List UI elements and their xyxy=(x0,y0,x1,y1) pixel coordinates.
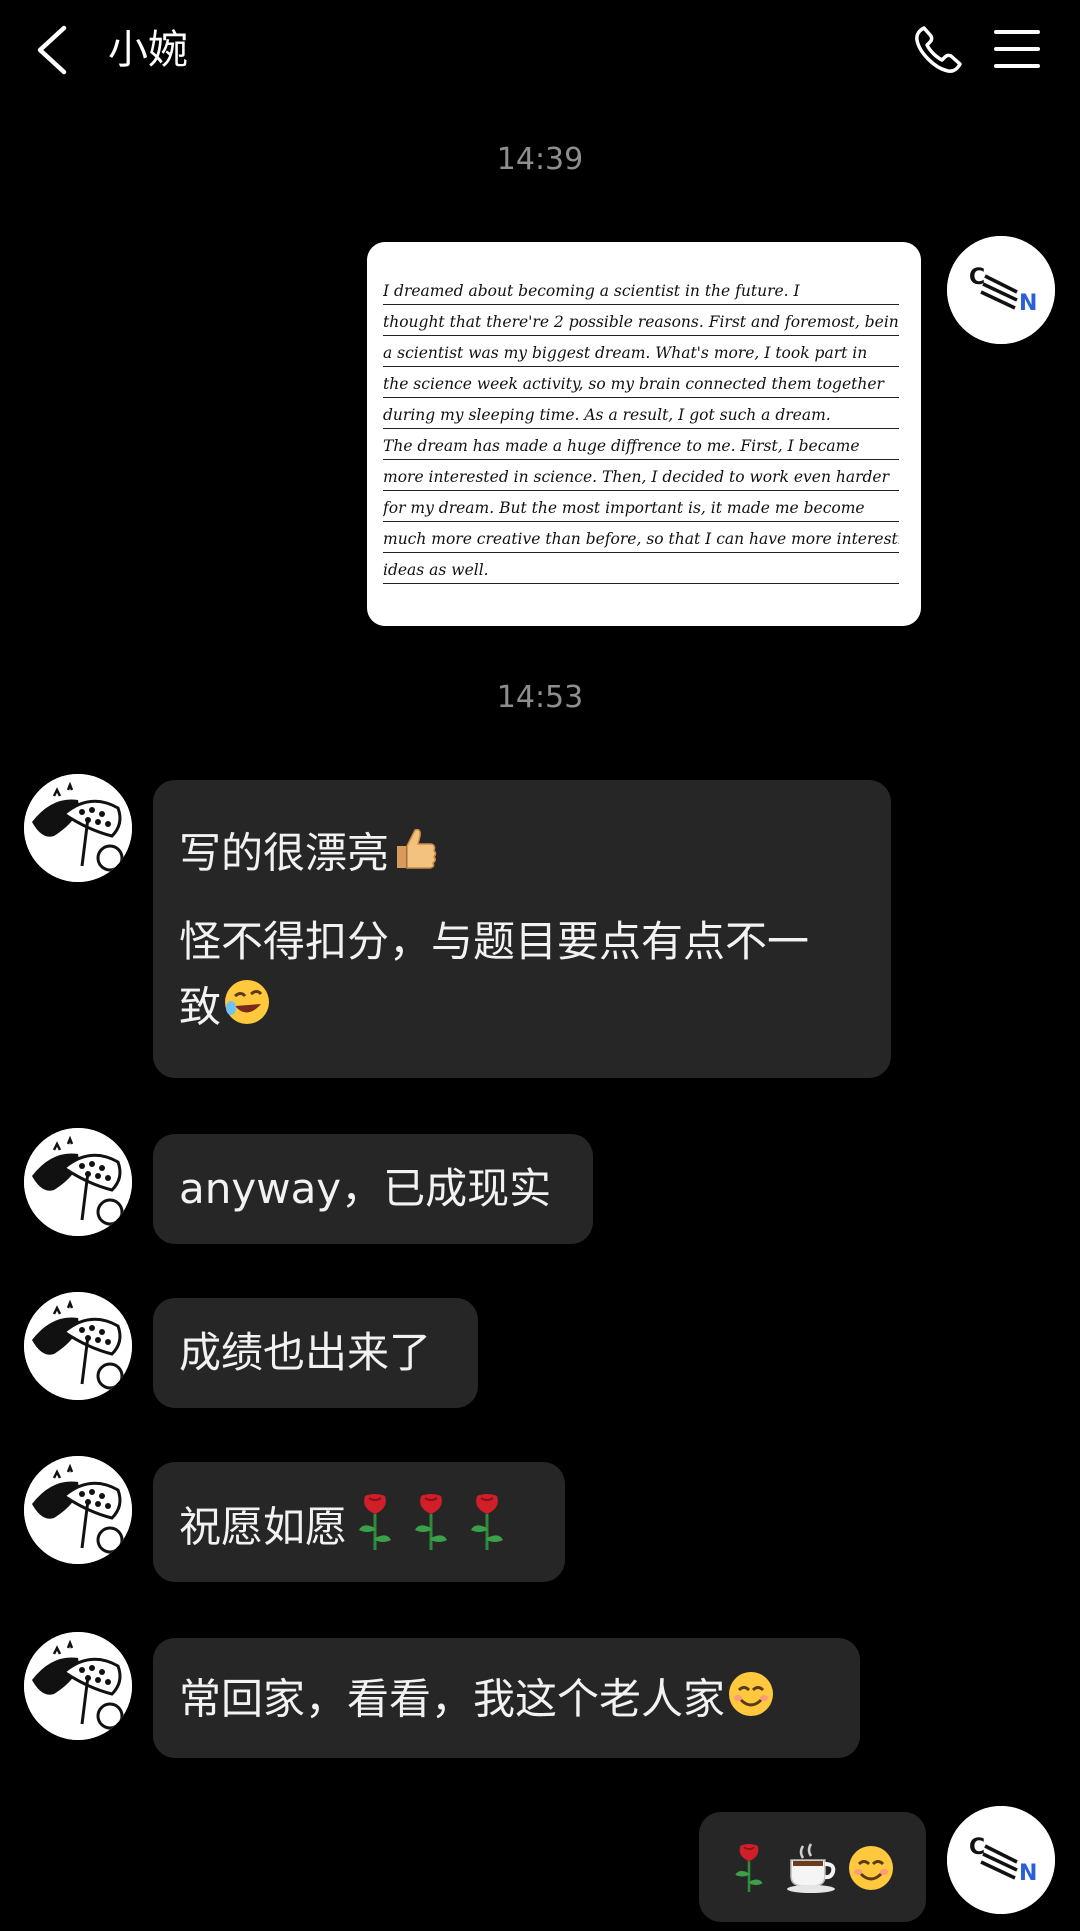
essay-line: thought that there're 2 possible reasons… xyxy=(383,311,899,336)
smiling-face-icon xyxy=(725,1668,777,1736)
timestamp: 14:39 xyxy=(496,142,584,177)
self-avatar[interactable]: C N xyxy=(947,236,1055,344)
svg-text:N: N xyxy=(1019,1861,1037,1886)
svg-text:N: N xyxy=(1019,291,1037,316)
essay-line: ideas as well. xyxy=(383,559,899,584)
message-bubble[interactable]: 常回家，看看，我这个老人家 xyxy=(153,1638,860,1758)
essay-line: during my sleeping time. As a result, I … xyxy=(383,404,899,429)
message-bubble[interactable]: anyway，已成现实 xyxy=(153,1134,593,1244)
hamburger-menu-icon xyxy=(994,30,1040,68)
message-text: 致 xyxy=(179,982,222,1032)
essay-line: The dream has made a huge diffrence to m… xyxy=(383,435,899,460)
svg-text:C: C xyxy=(969,265,985,290)
message-text: anyway，已成现实 xyxy=(179,1164,552,1213)
message-bubble[interactable] xyxy=(699,1812,926,1922)
contact-avatar[interactable] xyxy=(24,1632,132,1740)
essay-line: for my dream. But the most important is,… xyxy=(383,497,899,522)
umbrella-avatar-icon xyxy=(24,774,132,882)
essay-line: much more creative than before, so that … xyxy=(383,528,899,553)
contact-avatar[interactable] xyxy=(24,1456,132,1564)
essay-line: a scientist was my biggest dream. What's… xyxy=(383,342,899,367)
message-text: 写的很漂亮 xyxy=(179,828,390,878)
message-text: 常回家，看看，我这个老人家 xyxy=(179,1674,726,1724)
timestamp: 14:53 xyxy=(496,680,584,715)
cn-logo-icon: C N xyxy=(947,1806,1055,1914)
call-button[interactable] xyxy=(910,22,966,78)
phone-icon xyxy=(915,26,962,73)
contact-avatar[interactable] xyxy=(24,774,132,882)
rose-icon xyxy=(459,1492,515,1568)
rose-icon xyxy=(725,1838,773,1902)
self-avatar[interactable]: C N xyxy=(947,1806,1055,1914)
message-bubble[interactable]: 成绩也出来了 xyxy=(153,1298,478,1408)
thumbs-up-icon xyxy=(389,822,441,890)
top-bar: 小婉 xyxy=(0,0,1080,100)
umbrella-avatar-icon xyxy=(24,1128,132,1236)
contact-avatar[interactable] xyxy=(24,1292,132,1400)
umbrella-avatar-icon xyxy=(24,1456,132,1564)
essay-line: more interested in science. Then, I deci… xyxy=(383,466,899,491)
message-text: 成绩也出来了 xyxy=(179,1328,432,1377)
essay-line: I dreamed about becoming a scientist in … xyxy=(383,280,899,305)
umbrella-avatar-icon xyxy=(24,1632,132,1740)
coffee-icon xyxy=(783,1842,841,1898)
umbrella-avatar-icon xyxy=(24,1292,132,1400)
image-message[interactable]: I dreamed about becoming a scientist in … xyxy=(367,242,921,626)
rose-icon xyxy=(403,1492,459,1568)
rose-icon xyxy=(347,1492,403,1568)
back-button[interactable] xyxy=(28,22,78,78)
message-bubble[interactable]: 写的很漂亮 怪不得扣分，与题目要点有点不一 致 xyxy=(153,780,891,1078)
contact-avatar[interactable] xyxy=(24,1128,132,1236)
chat-title: 小婉 xyxy=(108,27,188,73)
smiling-face-icon xyxy=(845,1842,897,1898)
more-menu-button[interactable] xyxy=(992,24,1042,74)
cn-logo-icon: C N xyxy=(947,236,1055,344)
message-text: 祝愿如愿 xyxy=(179,1502,348,1552)
laughing-face-icon xyxy=(221,976,273,1044)
essay-line: the science week activity, so my brain c… xyxy=(383,373,899,398)
svg-text:C: C xyxy=(969,1835,985,1860)
message-text: 怪不得扣分，与题目要点有点不一 xyxy=(179,917,810,966)
message-bubble[interactable]: 祝愿如愿 xyxy=(153,1462,565,1582)
chevron-left-icon xyxy=(37,25,67,75)
